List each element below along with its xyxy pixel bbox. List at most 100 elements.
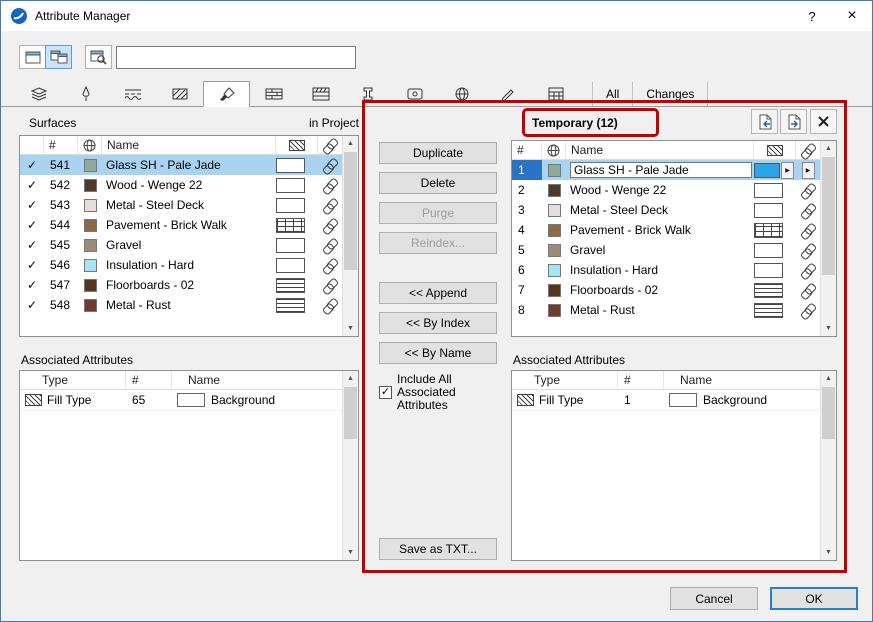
tab-cities[interactable] — [438, 82, 485, 106]
tab-building-materials[interactable] — [297, 82, 344, 106]
column-number: # — [512, 141, 542, 159]
fill-preview — [754, 242, 796, 258]
cancel-button[interactable]: Cancel — [670, 587, 758, 610]
scroll-up-icon[interactable]: ▲ — [343, 136, 358, 151]
column-name: Name — [188, 373, 221, 387]
chain-link-icon — [801, 264, 815, 277]
vertical-scrollbar[interactable]: ▲ ▼ — [820, 141, 836, 336]
surface-swatch — [78, 178, 102, 192]
surface-row[interactable]: 4 Pavement - Brick Walk — [512, 220, 820, 240]
texture-link — [796, 264, 820, 277]
surface-row[interactable]: ✓ 546 Insulation - Hard — [20, 255, 342, 275]
fill-preview — [276, 217, 318, 233]
tab-fill-types[interactable] — [156, 82, 203, 106]
right-assoc-title: Associated Attributes — [513, 353, 626, 367]
surface-name: Floorboards - 02 — [570, 283, 659, 297]
save-attribute-file-button[interactable] — [780, 109, 807, 134]
scroll-thumb[interactable] — [822, 157, 835, 275]
surface-row[interactable]: ✓ 544 Pavement - Brick Walk — [20, 215, 342, 235]
tab-changes[interactable]: Changes — [632, 82, 709, 106]
texture-popup-button[interactable]: ▶ — [801, 161, 815, 179]
scroll-down-icon[interactable]: ▼ — [821, 545, 836, 560]
surface-row[interactable]: 6 Insulation - Hard — [512, 260, 820, 280]
tab-operation-profiles[interactable] — [532, 82, 579, 106]
pencil-icon — [500, 89, 514, 102]
assoc-row[interactable]: Fill Type 65 Background — [20, 390, 342, 411]
scroll-down-icon[interactable]: ▼ — [821, 321, 836, 336]
surface-row[interactable]: ✓ 545 Gravel — [20, 235, 342, 255]
append-button[interactable]: << Append — [379, 282, 497, 304]
purge-button[interactable]: Purge — [379, 202, 497, 224]
tab-zone-categories[interactable] — [391, 82, 438, 106]
tab-profiles[interactable] — [344, 82, 391, 106]
app-logo-icon — [11, 8, 27, 24]
surface-row[interactable]: 8 Metal - Rust — [512, 300, 820, 320]
scroll-up-icon[interactable]: ▲ — [821, 371, 836, 386]
vertical-scrollbar[interactable]: ▲ ▼ — [820, 371, 836, 560]
globe-icon — [455, 87, 468, 101]
tab-markup-styles[interactable] — [485, 82, 532, 106]
scroll-up-icon[interactable]: ▲ — [343, 371, 358, 386]
fill-preview — [754, 262, 796, 278]
by-index-button[interactable]: << By Index — [379, 312, 497, 334]
chain-link-icon — [801, 224, 815, 237]
scroll-up-icon[interactable]: ▲ — [821, 141, 836, 156]
scroll-thumb[interactable] — [344, 152, 357, 270]
close-temporary-button[interactable] — [810, 109, 837, 134]
tab-all[interactable]: All — [592, 82, 632, 106]
delete-button[interactable]: Delete — [379, 172, 497, 194]
scroll-thumb[interactable] — [344, 387, 357, 439]
surface-row[interactable]: 2 Wood - Wenge 22 — [512, 180, 820, 200]
save-as-txt-button[interactable]: Save as TXT... — [379, 538, 497, 560]
surface-row[interactable]: 5 Gravel — [512, 240, 820, 260]
view-mode-single-button[interactable] — [19, 45, 46, 69]
ok-button[interactable]: OK — [770, 587, 858, 610]
vertical-scrollbar[interactable]: ▲ ▼ — [342, 371, 358, 560]
scroll-down-icon[interactable]: ▼ — [343, 321, 358, 336]
row-check: ✓ — [26, 198, 38, 212]
tab-layers[interactable] — [15, 82, 62, 106]
fill-preview — [276, 177, 318, 193]
name-edit-field[interactable]: Glass SH - Pale Jade — [570, 162, 752, 178]
surface-row[interactable]: ✓ 541 Glass SH - Pale Jade — [20, 155, 342, 175]
chain-link-icon — [801, 184, 815, 197]
tab-line-types[interactable] — [109, 82, 156, 106]
column-type: Type — [20, 371, 126, 389]
assoc-header: Type # Name — [20, 371, 342, 390]
checkbox-check-icon[interactable]: ✓ — [379, 386, 392, 399]
surface-row[interactable]: ✓ 548 Metal - Rust — [20, 295, 342, 315]
view-mode-compare-button[interactable] — [45, 45, 72, 69]
surface-row[interactable]: 7 Floorboards - 02 — [512, 280, 820, 300]
surface-name: Insulation - Hard — [570, 263, 659, 277]
texture-link — [318, 179, 342, 192]
tab-surfaces[interactable] — [203, 81, 250, 107]
find-attribute-button[interactable] — [85, 45, 112, 69]
surface-name: Pavement - Brick Walk — [570, 223, 691, 237]
assoc-row[interactable]: Fill Type 1 Background — [512, 390, 820, 411]
texture-link — [796, 304, 820, 317]
duplicate-button[interactable]: Duplicate — [379, 142, 497, 164]
surface-row[interactable]: ✓ 542 Wood - Wenge 22 — [20, 175, 342, 195]
fill-popup-button[interactable]: ▶ — [781, 161, 794, 179]
surface-swatch — [542, 163, 566, 177]
vertical-scrollbar[interactable]: ▲ ▼ — [342, 136, 358, 336]
surface-row[interactable]: ✓ 547 Floorboards - 02 — [20, 275, 342, 295]
surface-row[interactable]: ✓ 543 Metal - Steel Deck — [20, 195, 342, 215]
close-button[interactable]: × — [832, 1, 872, 31]
help-button[interactable]: ? — [792, 1, 832, 31]
tab-composites[interactable] — [250, 82, 297, 106]
assoc-number: 1 — [624, 393, 631, 407]
surface-row[interactable]: 3 Metal - Steel Deck — [512, 200, 820, 220]
scroll-down-icon[interactable]: ▼ — [343, 545, 358, 560]
open-attribute-file-button[interactable] — [751, 109, 778, 134]
surface-row[interactable]: 1 Glass SH - Pale Jade ▶ ▶ — [512, 160, 820, 180]
surface-swatch — [78, 278, 102, 292]
scroll-thumb[interactable] — [822, 387, 835, 439]
reindex-button[interactable]: Reindex... — [379, 232, 497, 254]
texture-link — [796, 204, 820, 217]
include-all-checkbox[interactable]: ✓ Include All Associated Attributes — [379, 373, 491, 412]
search-input[interactable] — [116, 46, 356, 69]
tab-pens[interactable] — [62, 82, 109, 106]
by-name-button[interactable]: << By Name — [379, 342, 497, 364]
assoc-type: Fill Type — [47, 393, 92, 407]
